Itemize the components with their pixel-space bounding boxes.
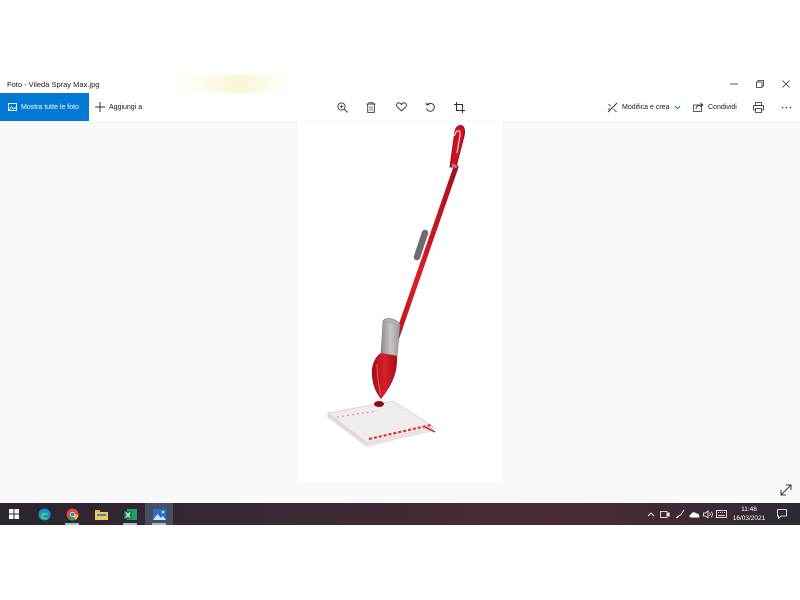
photo-gallery-icon [8,103,17,111]
chevron-down-icon [675,105,681,110]
minimize-button[interactable] [721,75,747,93]
edit-create-icon [607,102,618,112]
crop-button[interactable] [452,100,466,114]
close-icon [782,80,790,88]
tray-volume[interactable] [702,508,714,520]
edit-create-button[interactable]: Modifica e crea [607,93,681,121]
more-options-button[interactable] [779,100,793,114]
tray-pen[interactable] [674,508,686,520]
rotate-icon [424,102,435,112]
notification-center-icon [777,509,787,519]
trash-icon [366,101,376,113]
zoom-button[interactable] [335,100,349,114]
tray-meet-now[interactable] [659,508,671,520]
taskbar-excel[interactable] [116,503,144,525]
pen-workspace-icon [675,509,685,519]
tray-notifications[interactable] [776,508,788,520]
meet-now-icon [660,510,670,518]
share-label: Condividi [708,103,737,111]
share-icon [693,102,704,112]
clock-date: 16/03/2021 [732,515,766,522]
more-dots-icon [781,106,791,108]
title-bar: Foto - Vileda Spray Max.jpg [0,75,800,93]
restore-icon [756,80,764,88]
taskbar: 11:48 16/03/2021 [0,503,800,525]
window-title: Foto - Vileda Spray Max.jpg [7,80,100,89]
crop-icon [453,101,465,113]
windows-logo-icon [9,509,19,519]
taskbar-edge[interactable] [30,503,58,525]
toolbar: Mostra tutte le foto Aggiungi a Modifica… [0,93,800,121]
folder-icon [94,509,108,520]
edit-create-label: Modifica e crea [622,103,670,111]
taskbar-file-explorer[interactable] [87,503,115,525]
photo-image[interactable] [297,121,503,483]
restore-button[interactable] [747,75,773,93]
add-to-button[interactable]: Aggiungi a [95,93,142,121]
onedrive-cloud-icon [689,511,700,517]
plus-icon [95,102,105,112]
print-button[interactable] [751,100,765,114]
share-button[interactable]: Condividi [693,93,737,121]
start-button[interactable] [0,503,28,525]
rotate-button[interactable] [423,100,437,114]
tray-onedrive[interactable] [688,508,700,520]
chevron-up-icon [647,511,655,516]
keyboard-icon [715,510,727,518]
heart-icon [395,102,407,112]
chrome-browser-icon [66,508,78,521]
show-all-photos-button[interactable]: Mostra tutte le foto [0,93,89,121]
photos-app-icon [152,508,166,520]
tray-overflow-button[interactable] [646,508,656,520]
add-to-label: Aggiungi a [109,103,143,111]
show-all-photos-label: Mostra tutte le foto [21,103,79,111]
delete-button[interactable] [364,100,378,114]
edge-browser-icon [38,508,50,520]
taskbar-chrome[interactable] [58,503,86,525]
taskbar-photos[interactable] [145,503,173,525]
clock-time: 11:48 [741,506,757,513]
fullscreen-icon[interactable] [779,483,793,497]
printer-icon [752,101,764,113]
photo-viewer [0,121,800,503]
close-button[interactable] [773,75,799,93]
favorite-button[interactable] [394,100,408,114]
taskbar-clock[interactable]: 11:48 16/03/2021 [726,505,772,523]
excel-icon [123,508,137,520]
minimize-icon [730,83,738,85]
spray-mop-image [327,125,466,447]
zoom-in-icon [336,101,348,113]
photos-app-screen: Foto - Vileda Spray Max.jpg Mostra tutte… [0,75,800,525]
speaker-icon [702,509,713,519]
